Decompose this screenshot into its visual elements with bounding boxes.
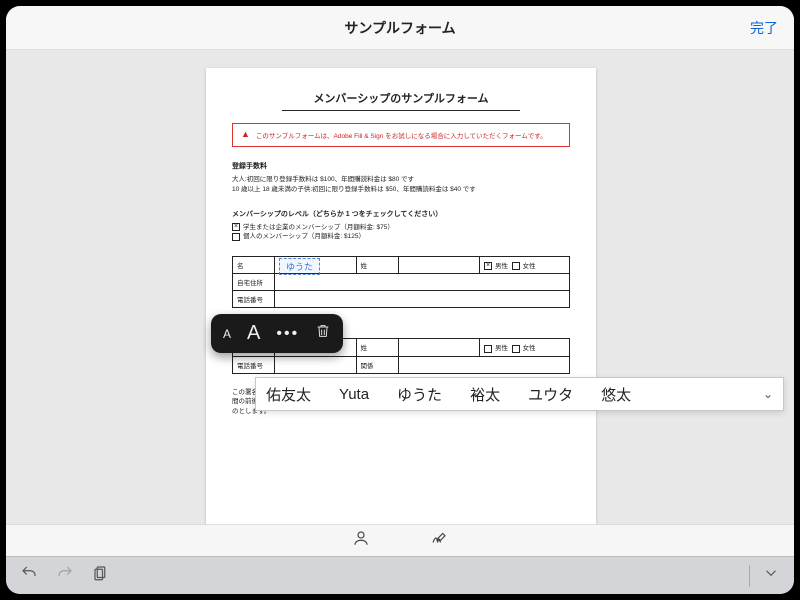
warning-text: このサンプルフォームは、Adobe Fill & Sign をお試しになる場合に… [256, 130, 547, 140]
label-relation: 関係 [356, 356, 398, 373]
fee-heading: 登録手数料 [232, 161, 570, 171]
member-table: 名 ゆうた 姓 ×男性 女性 自宅住所 電話番号 [232, 256, 570, 308]
bottom-toolbar [6, 524, 794, 556]
gender-cell: ×男性 女性 [480, 257, 570, 274]
warning-icon: ▲ [241, 130, 250, 139]
table-row: 名 ゆうた 姓 ×男性 女性 [233, 257, 570, 274]
profile-tool[interactable] [352, 529, 370, 552]
chevron-down-icon [762, 564, 780, 582]
level-option-1[interactable]: ×学生または企業のメンバーシップ（月額料金: $75） [232, 223, 570, 233]
form-heading: メンバーシップのサンプルフォーム [232, 90, 570, 106]
app-window: サンプルフォーム 完了 メンバーシップのサンプルフォーム ▲ このサンプルフォー… [6, 6, 794, 594]
label-surname: 姓 [356, 257, 398, 274]
table-row: 電話番号 [233, 291, 570, 308]
heading-rule [282, 110, 520, 111]
redo-icon [56, 564, 74, 582]
surname-input-cell[interactable] [398, 257, 480, 274]
table-row: 自宅住所 [233, 274, 570, 291]
checkbox-male[interactable] [484, 345, 492, 353]
label-surname: 姓 [356, 339, 398, 356]
font-larger-button[interactable]: A [247, 322, 260, 345]
e-gender-cell: 男性 女性 [480, 339, 570, 356]
e-phone-cell[interactable] [275, 356, 357, 373]
form-page: メンバーシップのサンプルフォーム ▲ このサンプルフォームは、Adobe Fil… [206, 68, 596, 528]
label-phone: 電話番号 [233, 291, 275, 308]
trash-icon [315, 322, 331, 340]
person-icon [352, 529, 370, 547]
undo-button[interactable] [20, 564, 38, 587]
signature-icon [430, 529, 448, 547]
ime-candidate-bar: 佑友太 Yuta ゆうた 裕太 ユウタ 悠太 ⌄ [255, 377, 784, 411]
font-smaller-button[interactable]: A [223, 327, 231, 341]
redo-button[interactable] [56, 564, 74, 587]
checkbox-female[interactable] [512, 345, 520, 353]
clipboard-icon [92, 564, 110, 582]
keyboard-dismiss-button[interactable] [762, 564, 780, 587]
undo-icon [20, 564, 38, 582]
ime-candidate[interactable]: 悠太 [601, 384, 631, 405]
document-canvas[interactable]: メンバーシップのサンプルフォーム ▲ このサンプルフォームは、Adobe Fil… [6, 50, 794, 524]
level-option-2[interactable]: 個人のメンバーシップ（月額料金: $125） [232, 232, 570, 242]
text-edit-toolbar: A A ••• [211, 314, 343, 353]
more-options-button[interactable]: ••• [276, 325, 299, 343]
ime-candidate[interactable]: ゆうた [397, 384, 442, 405]
ime-candidate[interactable]: 佑友太 [266, 384, 311, 405]
phone-input-cell[interactable] [275, 291, 570, 308]
e-surname-cell[interactable] [398, 339, 480, 356]
label-name: 名 [233, 257, 275, 274]
checkbox-icon[interactable] [232, 233, 240, 241]
fee-line-2: 10 歳以上 18 歳未満の子供:初回に限り登録手数料は $50、年間購読料金は… [232, 185, 570, 195]
top-bar: サンプルフォーム 完了 [6, 6, 794, 50]
table-row: 電話番号 関係 [233, 356, 570, 373]
ime-candidate[interactable]: ユウタ [528, 384, 573, 405]
fee-line-1: 大人:初回に限り登録手数料は $100、年間購読料金は $80 です [232, 175, 570, 185]
ime-candidate[interactable]: 裕太 [470, 384, 500, 405]
ime-candidate[interactable]: Yuta [339, 386, 369, 403]
clipboard-button[interactable] [92, 564, 110, 587]
level-heading: メンバーシップのレベル（どちらか 1 つをチェックしてください） [232, 209, 570, 219]
name-input-cell[interactable]: ゆうた [275, 257, 357, 274]
address-input-cell[interactable] [275, 274, 570, 291]
checkbox-checked-icon[interactable]: × [232, 223, 240, 231]
ime-expand-button[interactable]: ⌄ [763, 387, 773, 401]
checkbox-female[interactable] [512, 262, 520, 270]
label-phone: 電話番号 [233, 356, 275, 373]
separator [749, 565, 750, 587]
checkbox-male-checked[interactable]: × [484, 262, 492, 270]
e-relation-cell[interactable] [398, 356, 570, 373]
typed-text[interactable]: ゆうた [279, 258, 320, 275]
keyboard-accessory-bar [6, 556, 794, 594]
warning-banner: ▲ このサンプルフォームは、Adobe Fill & Sign をお試しになる場… [232, 123, 570, 147]
label-address: 自宅住所 [233, 274, 275, 291]
delete-button[interactable] [315, 322, 331, 345]
document-title: サンプルフォーム [344, 18, 455, 38]
sign-tool[interactable] [430, 529, 448, 552]
done-button[interactable]: 完了 [750, 18, 778, 38]
